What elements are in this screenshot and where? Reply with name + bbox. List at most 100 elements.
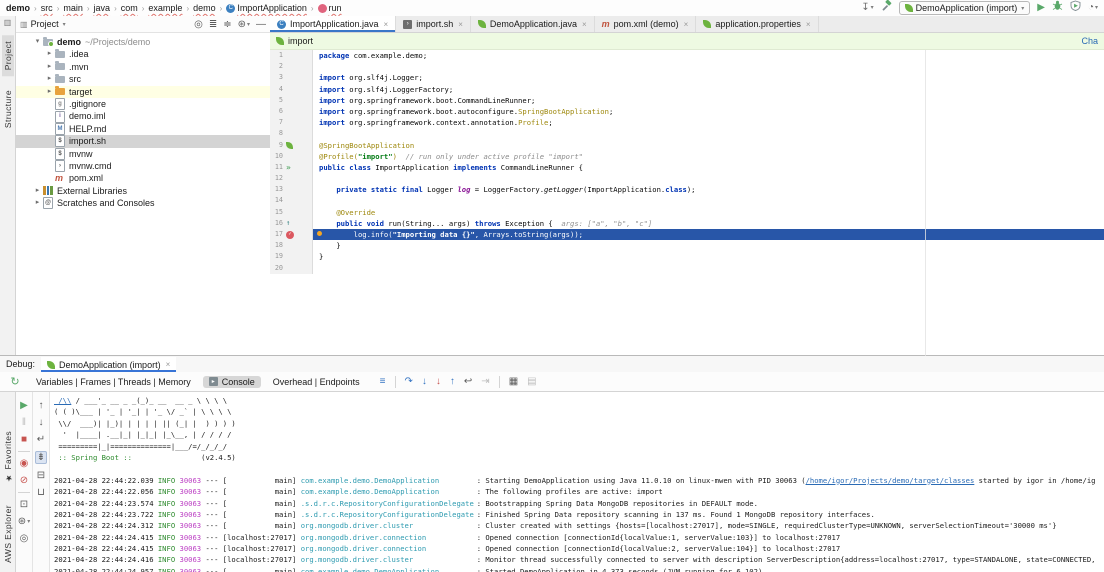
- view-breakpoints-icon[interactable]: ◉: [20, 458, 29, 469]
- inline-watches-icon[interactable]: ▤: [527, 376, 536, 387]
- tree-item-demo.iml[interactable]: i demo.iml: [16, 110, 270, 123]
- breadcrumb-item-src[interactable]: src: [41, 3, 53, 13]
- editor-gutter[interactable]: 19: [270, 251, 313, 263]
- toolwindow-button-Favorites[interactable]: ★ Favorites: [2, 425, 14, 489]
- project-toolwindow-icon[interactable]: ▥: [4, 18, 12, 27]
- close-tab-icon[interactable]: ×: [684, 20, 689, 29]
- step-over-icon[interactable]: ↷: [405, 376, 413, 387]
- editor-tab-pom.xml (demo)[interactable]: m pom.xml (demo) ×: [595, 16, 697, 32]
- debug-settings-icon[interactable]: ⊛▾: [18, 516, 30, 527]
- console-output[interactable]: /\\ / ___'_ __ _ _(_)_ __ __ _ \ \ \ \ ( …: [50, 392, 1104, 572]
- chevron-collapsed-icon[interactable]: ▸: [44, 86, 55, 98]
- project-tree[interactable]: ▾ demo ~/Projects/demo ▸ .idea ▸ .mvn ▸ src ▸ targ…: [16, 33, 270, 210]
- change-profiles-link[interactable]: Cha: [1081, 36, 1098, 46]
- editor-gutter[interactable]: 10: [270, 150, 313, 162]
- close-tab-icon[interactable]: ×: [384, 20, 389, 29]
- prev-occurrence-icon[interactable]: ↑: [39, 400, 44, 411]
- expand-all-icon[interactable]: ≣: [209, 19, 217, 30]
- profiler-button[interactable]: ◔▾: [1088, 0, 1098, 16]
- collapse-all-icon[interactable]: ≑: [223, 19, 231, 30]
- tree-item-.idea[interactable]: ▸ .idea: [16, 48, 270, 60]
- tree-item-Scratches-and-Consoles[interactable]: ▸ @ Scratches and Consoles: [16, 197, 270, 210]
- editor-tab-ImportApplication.java[interactable]: C ImportApplication.java ×: [270, 16, 397, 32]
- tool-settings-icon[interactable]: ⊛▾: [238, 19, 250, 30]
- breadcrumb-item-demo[interactable]: demo: [193, 3, 216, 13]
- tree-item-mvnw.cmd[interactable]: › mvnw.cmd: [16, 160, 270, 173]
- force-step-into-icon[interactable]: ↓: [436, 376, 441, 387]
- breadcrumb-item-run[interactable]: run: [317, 3, 342, 13]
- debug-session-tab[interactable]: DemoApplication (import) ×: [41, 357, 177, 372]
- editor-gutter[interactable]: 7: [270, 117, 313, 129]
- editor-gutter[interactable]: 16 ↑: [270, 217, 313, 229]
- soft-wrap-icon[interactable]: ↵: [37, 434, 45, 445]
- tree-item-.gitignore[interactable]: g .gitignore: [16, 98, 270, 111]
- close-tab-icon[interactable]: ×: [458, 20, 463, 29]
- tree-item-HELP.md[interactable]: M HELP.md: [16, 122, 270, 135]
- editor-gutter[interactable]: 8: [270, 128, 313, 140]
- chevron-collapsed-icon[interactable]: ▸: [44, 48, 55, 60]
- breadcrumb-item-example[interactable]: example: [148, 3, 182, 13]
- chevron-down-icon[interactable]: ▾: [63, 21, 66, 28]
- close-tab-icon[interactable]: ×: [582, 20, 587, 29]
- breadcrumb-item-demo[interactable]: demo: [6, 3, 30, 13]
- vcs-update-icon[interactable]: ↧▾: [861, 0, 873, 16]
- editor-gutter[interactable]: 20: [270, 262, 313, 274]
- pin-tab-icon[interactable]: ◎: [20, 533, 29, 544]
- tree-item-External-Libraries[interactable]: ▸ External Libraries: [16, 185, 270, 197]
- debug-tab-Variables-Frames-Threads-Memory[interactable]: Variables | Frames | Threads | Memory: [30, 376, 197, 388]
- breadcrumb-item-com[interactable]: com: [121, 3, 138, 13]
- editor-gutter[interactable]: 2: [270, 61, 313, 73]
- chevron-collapsed-icon[interactable]: ▸: [32, 185, 43, 197]
- code-editor[interactable]: 1 package com.example.demo; 2 3 import org.s…: [270, 50, 1104, 356]
- editor-gutter[interactable]: 14: [270, 195, 313, 207]
- editor-gutter[interactable]: 13: [270, 184, 313, 196]
- close-tab-icon[interactable]: ×: [806, 20, 811, 29]
- chevron-collapsed-icon[interactable]: ▸: [44, 61, 55, 73]
- debug-tab-Console[interactable]: ▸ Console: [202, 375, 261, 388]
- run-to-cursor-icon[interactable]: ⇥: [481, 376, 489, 387]
- hide-icon[interactable]: —: [256, 19, 266, 30]
- toolwindow-button-Project[interactable]: Project: [1, 35, 14, 77]
- tree-item-.mvn[interactable]: ▸ .mvn: [16, 61, 270, 73]
- drop-frame-icon[interactable]: ↩: [464, 376, 472, 387]
- run-gutter-icon[interactable]: »: [286, 162, 291, 173]
- editor-gutter[interactable]: 11»: [270, 161, 313, 174]
- run-button[interactable]: ▶: [1037, 0, 1045, 16]
- resume-icon[interactable]: ▶: [20, 400, 28, 411]
- close-icon[interactable]: ×: [166, 360, 171, 369]
- editor-gutter[interactable]: 17 ✓: [270, 229, 313, 241]
- editor-gutter[interactable]: 12: [270, 173, 313, 185]
- tree-item-pom.xml[interactable]: m pom.xml: [16, 172, 270, 184]
- editor-gutter[interactable]: 1: [270, 50, 313, 62]
- tree-item-src[interactable]: ▸ src: [16, 73, 270, 85]
- editor-gutter[interactable]: 5: [270, 94, 313, 106]
- toolwindow-button-AWS Explorer[interactable]: AWS Explorer: [2, 499, 14, 569]
- breadcrumb-item-ImportApplication[interactable]: C ImportApplication: [226, 3, 307, 13]
- chevron-collapsed-icon[interactable]: ▸: [44, 73, 55, 85]
- mute-breakpoints-icon[interactable]: ⊘: [20, 475, 28, 486]
- log-link[interactable]: /home/igor/Projects/demo/target/classes: [806, 476, 975, 485]
- scroll-to-end-icon[interactable]: ⇟: [34, 451, 48, 464]
- editor-gutter[interactable]: 18: [270, 240, 313, 252]
- editor-gutter[interactable]: 6: [270, 105, 313, 118]
- debug-button[interactable]: [1052, 0, 1063, 17]
- clear-all-icon[interactable]: ⊔: [37, 487, 45, 498]
- step-into-icon[interactable]: ↓: [422, 376, 427, 387]
- chevron-expanded-icon[interactable]: ▾: [32, 36, 43, 48]
- next-occurrence-icon[interactable]: ↓: [39, 417, 44, 428]
- tree-item-import.sh[interactable]: $ import.sh: [16, 135, 270, 148]
- breadcrumb-item-java[interactable]: java: [94, 3, 111, 13]
- editor-gutter[interactable]: 3: [270, 72, 313, 84]
- tree-item-demo[interactable]: ▾ demo ~/Projects/demo: [16, 36, 270, 48]
- editor-gutter[interactable]: 4: [270, 83, 313, 95]
- rerun-icon[interactable]: ↻: [0, 375, 30, 388]
- tree-item-mvnw[interactable]: $ mvnw: [16, 147, 270, 160]
- editor-tab-import.sh[interactable]: › import.sh ×: [396, 16, 471, 32]
- console-link[interactable]: /\\: [54, 396, 71, 405]
- print-icon[interactable]: ⊟: [37, 470, 45, 481]
- build-hammer-icon[interactable]: [881, 0, 892, 17]
- editor-tab-DemoApplication.java[interactable]: DemoApplication.java ×: [471, 16, 595, 32]
- evaluate-expression-icon[interactable]: ▦: [509, 376, 518, 387]
- toolwindow-button-Structure[interactable]: Structure: [2, 84, 14, 134]
- layout-menu-icon[interactable]: ≡: [380, 376, 386, 387]
